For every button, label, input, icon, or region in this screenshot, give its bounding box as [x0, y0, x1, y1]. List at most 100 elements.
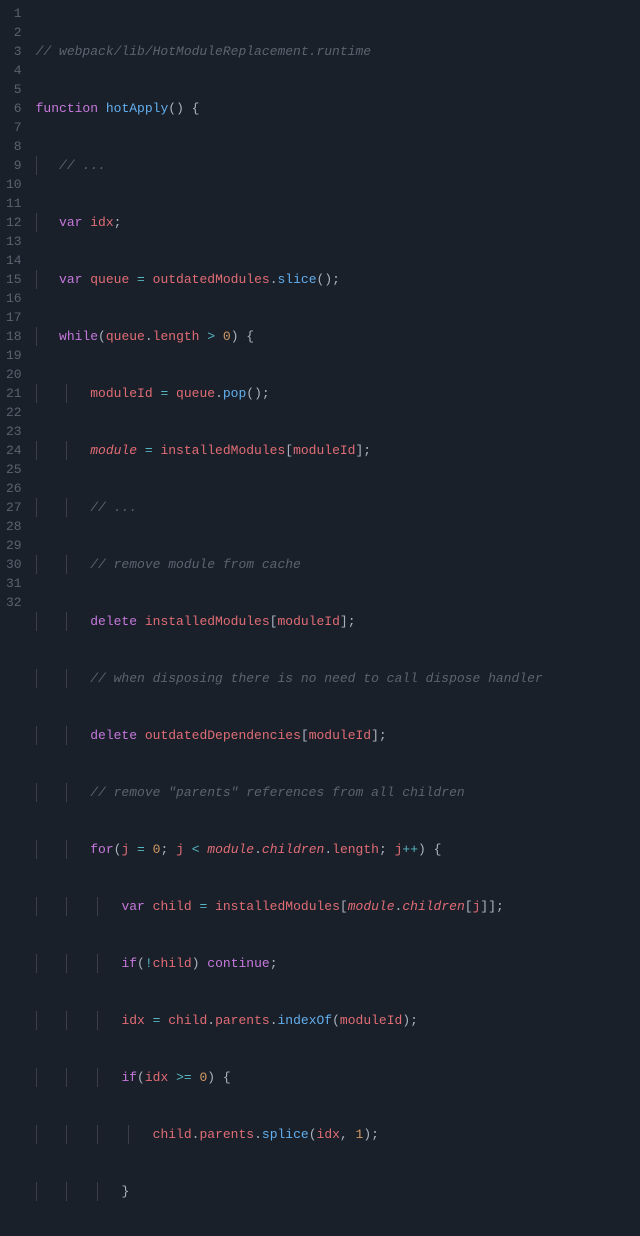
code-line: function hotApply() { — [36, 99, 640, 118]
property: children — [402, 899, 464, 914]
line-number: 15 — [6, 270, 22, 289]
code-line: for(j = 0; j < module.children.length; j… — [36, 840, 640, 859]
punct: [ — [340, 899, 348, 914]
comment: // when disposing there is no need to ca… — [90, 671, 542, 686]
punct: ( — [309, 1127, 317, 1142]
identifier: module — [348, 899, 395, 914]
identifier: moduleId — [90, 386, 152, 401]
keyword-if: if — [121, 1070, 137, 1085]
punct: . — [254, 1127, 262, 1142]
comment: // ... — [90, 500, 137, 515]
line-number: 7 — [6, 118, 22, 137]
line-number: 9 — [6, 156, 22, 175]
punct: ( — [332, 1013, 340, 1028]
punct: ); — [402, 1013, 418, 1028]
punct: , — [340, 1127, 356, 1142]
identifier: moduleId — [340, 1013, 402, 1028]
line-number: 10 — [6, 175, 22, 194]
punct: [ — [465, 899, 473, 914]
line-number: 1 — [6, 4, 22, 23]
keyword-if: if — [121, 956, 137, 971]
operator: ! — [145, 956, 153, 971]
code-line: // when disposing there is no need to ca… — [36, 669, 640, 688]
punct: . — [215, 386, 223, 401]
operator: = — [145, 1013, 168, 1028]
line-number: 14 — [6, 251, 22, 270]
code-line: var idx; — [36, 213, 640, 232]
punct: ( — [98, 329, 106, 344]
number: 0 — [153, 842, 161, 857]
identifier: queue — [176, 386, 215, 401]
punct: [ — [285, 443, 293, 458]
operator: = — [153, 386, 176, 401]
line-number: 8 — [6, 137, 22, 156]
identifier: j — [395, 842, 403, 857]
punct: (); — [246, 386, 269, 401]
number: 1 — [356, 1127, 364, 1142]
method: splice — [262, 1127, 309, 1142]
identifier: outdatedDependencies — [145, 728, 301, 743]
method: pop — [223, 386, 246, 401]
identifier: child — [153, 899, 192, 914]
punct: . — [324, 842, 332, 857]
line-number: 12 — [6, 213, 22, 232]
line-number: 4 — [6, 61, 22, 80]
code-content[interactable]: // webpack/lib/HotModuleReplacement.runt… — [32, 0, 640, 618]
operator: > — [199, 329, 222, 344]
line-number: 13 — [6, 232, 22, 251]
keyword-continue: continue — [207, 956, 269, 971]
line-number: 11 — [6, 194, 22, 213]
code-line: while(queue.length > 0) { — [36, 327, 640, 346]
punct: . — [270, 1013, 278, 1028]
code-line: var queue = outdatedModules.slice(); — [36, 270, 640, 289]
line-number: 2 — [6, 23, 22, 42]
code-line: delete installedModules[moduleId]; — [36, 612, 640, 631]
line-number: 22 — [6, 403, 22, 422]
code-line: child.parents.splice(idx, 1); — [36, 1125, 640, 1144]
identifier: installedModules — [145, 614, 270, 629]
punct: ]; — [356, 443, 372, 458]
comment: // remove "parents" references from all … — [90, 785, 464, 800]
punct: . — [254, 842, 262, 857]
identifier: idx — [317, 1127, 340, 1142]
punct: ( — [114, 842, 122, 857]
code-line: // remove "parents" references from all … — [36, 783, 640, 802]
punct: ; — [114, 215, 122, 230]
line-number: 19 — [6, 346, 22, 365]
code-line: var child = installedModules[module.chil… — [36, 897, 640, 916]
identifier: moduleId — [293, 443, 355, 458]
operator: = — [129, 272, 152, 287]
identifier: module — [90, 443, 137, 458]
punct: (); — [317, 272, 340, 287]
brace: } — [121, 1184, 129, 1199]
method: slice — [278, 272, 317, 287]
line-number: 31 — [6, 574, 22, 593]
number: 0 — [223, 329, 231, 344]
operator: < — [184, 842, 207, 857]
identifier: idx — [121, 1013, 144, 1028]
identifier: j — [121, 842, 129, 857]
punct: . — [395, 899, 403, 914]
punct: ) { — [231, 329, 254, 344]
code-line: if(idx >= 0) { — [36, 1068, 640, 1087]
identifier: queue — [106, 329, 145, 344]
number: 0 — [199, 1070, 207, 1085]
line-number: 28 — [6, 517, 22, 536]
code-line: } — [36, 1182, 640, 1201]
identifier: outdatedModules — [153, 272, 270, 287]
punct: . — [192, 1127, 200, 1142]
punct: ( — [137, 956, 145, 971]
keyword-var: var — [59, 215, 82, 230]
code-line: if(!child) continue; — [36, 954, 640, 973]
punct: ]]; — [480, 899, 503, 914]
identifier: idx — [90, 215, 113, 230]
punct: ]; — [371, 728, 387, 743]
line-number: 32 — [6, 593, 22, 612]
line-number: 30 — [6, 555, 22, 574]
operator: ++ — [402, 842, 418, 857]
identifier: module — [207, 842, 254, 857]
line-number: 25 — [6, 460, 22, 479]
punct: ; — [160, 842, 176, 857]
line-number: 5 — [6, 80, 22, 99]
punct: . — [207, 1013, 215, 1028]
